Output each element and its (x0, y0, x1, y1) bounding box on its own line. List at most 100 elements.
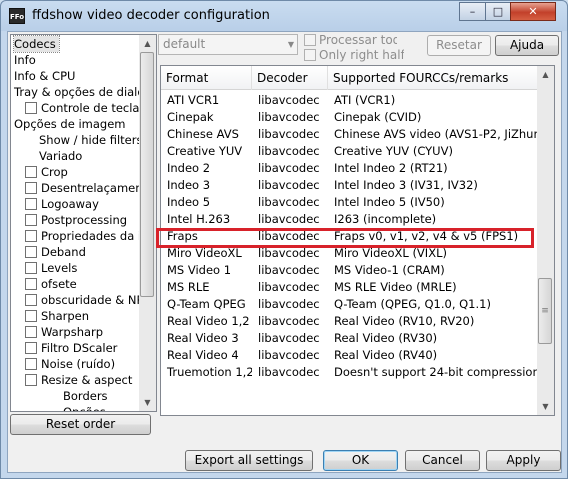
sidebar-item[interactable]: Resize & aspect (25, 372, 135, 388)
sidebar-item-checkbox[interactable] (25, 262, 37, 274)
only-right-half-checkbox[interactable]: Only right half (304, 48, 404, 63)
sidebar-item[interactable]: Noise (ruído) (25, 356, 118, 372)
table-row[interactable]: Indeo 3 libavcodec Intel Indeo 3 (IV31, IV… (161, 177, 537, 194)
cell-remarks: Real Video (RV40) (334, 348, 438, 362)
sidebar-item-label: Deband (41, 245, 86, 259)
sidebar-item[interactable]: Controle de teclado (25, 100, 156, 116)
sidebar-item-checkbox[interactable] (25, 166, 37, 178)
sidebar-item[interactable]: Codecs (13, 35, 60, 53)
sidebar-item[interactable]: Deband (25, 244, 89, 260)
process-all-checkbox[interactable]: Processar toda imagem (304, 33, 397, 48)
minimize-button[interactable]: – (459, 2, 486, 21)
scroll-up-arrow-icon[interactable]: ▲ (139, 35, 156, 52)
ok-button[interactable]: OK (323, 450, 398, 471)
sidebar-item-checkbox[interactable] (25, 326, 37, 338)
table-row[interactable]: Real Video 3 libavcodec Real Video (RV30) (161, 330, 537, 347)
table-row[interactable]: MS Video 1 libavcodec MS Video-1 (CRAM) (161, 262, 537, 279)
sidebar-item-checkbox[interactable] (25, 342, 37, 354)
sidebar-item[interactable]: Info (14, 52, 39, 68)
table-row[interactable]: Indeo 2 libavcodec Intel Indeo 2 (RT21) (161, 160, 537, 177)
cell-decoder: libavcodec (258, 144, 320, 158)
table-row[interactable]: Real Video 1,2 libavcodec Real Video (RV10… (161, 313, 537, 330)
sidebar-item[interactable]: Warpsharp (25, 324, 106, 340)
cell-format: Truemotion 1,2 (167, 365, 252, 379)
sidebar-item-checkbox[interactable] (25, 102, 37, 114)
table-row[interactable]: ATI VCR1 libavcodec ATI (VCR1) (161, 92, 537, 109)
reset-button[interactable]: Resetar (427, 35, 491, 56)
sidebar-item-checkbox[interactable] (25, 310, 37, 322)
sidebar-item[interactable]: Logoaway (25, 196, 102, 212)
sidebar-item[interactable]: Desentrelaçamento (25, 180, 156, 196)
sidebar-item-checkbox[interactable] (25, 294, 37, 306)
table-row[interactable]: Chinese AVS libavcodec Chinese AVS video (… (161, 126, 537, 143)
sidebar-item[interactable]: Sharpen (25, 308, 92, 324)
table-row[interactable]: MS RLE libavcodec MS RLE Video (MRLE) (161, 279, 537, 296)
table-row[interactable]: Truemotion 1,2 libavcodec Doesn't support … (161, 364, 537, 381)
close-button[interactable]: ✕ (510, 2, 556, 21)
cell-format: Creative YUV (167, 144, 243, 158)
sidebar-item-label: Logoaway (41, 197, 99, 211)
scroll-down-arrow-icon[interactable]: ▼ (139, 394, 156, 411)
table-row[interactable]: Q-Team QPEG libavcodec Q-Team (QPEG, Q1.0,… (161, 296, 537, 313)
sidebar-item[interactable]: ofsete (25, 276, 80, 292)
scroll-up-arrow-icon[interactable]: ▲ (537, 66, 554, 83)
sidebar-item[interactable]: Borders (63, 388, 111, 404)
sidebar-item[interactable]: obscuridade & NR (25, 292, 147, 308)
table-row[interactable]: Fraps libavcodec Fraps v0, v1, v2, v4 & v5… (161, 228, 537, 245)
sidebar-item-checkbox[interactable] (25, 230, 37, 242)
sidebar-item-label: Info (14, 53, 36, 67)
table-row[interactable]: Creative YUV libavcodec Creative YUV (CYUV… (161, 143, 537, 160)
help-button[interactable]: Ajuda (495, 35, 559, 56)
sidebar-item[interactable]: Propriedades da imagem (25, 228, 156, 244)
table-row[interactable]: Cinepak libavcodec Cinepak (CVID) (161, 109, 537, 126)
tree-scrollbar-thumb[interactable] (140, 52, 154, 297)
reset-order-button[interactable]: Reset order (10, 414, 151, 435)
sidebar-item[interactable]: Crop (25, 164, 71, 180)
column-header-remarks[interactable]: Supported FOURCCs/remarks (328, 66, 537, 90)
sidebar-item-checkbox[interactable] (25, 246, 37, 258)
sidebar-item-checkbox[interactable] (25, 182, 37, 194)
cell-decoder: libavcodec (258, 263, 320, 277)
checkbox-box (304, 49, 316, 61)
codec-list-scrollbar-thumb[interactable]: ≡ (538, 278, 552, 344)
table-row[interactable]: Intel H.263 libavcodec I263 (incomplete) (161, 211, 537, 228)
maximize-button[interactable]: □ (485, 2, 511, 21)
column-header-format[interactable]: Format (161, 66, 252, 90)
sidebar-item-checkbox[interactable] (25, 278, 37, 290)
tree-scrollbar[interactable]: ▲ ▼ (139, 35, 156, 411)
preset-select[interactable]: default ▼ (158, 34, 298, 55)
cell-remarks: MS Video-1 (CRAM) (334, 263, 445, 277)
export-all-settings-button[interactable]: Export all settings (185, 450, 313, 471)
sidebar-item[interactable]: Opções de imagem (14, 116, 129, 132)
sidebar-item[interactable]: Tray & opções de dialogo (14, 84, 156, 100)
cell-remarks: Real Video (RV30) (334, 331, 438, 345)
sidebar-item[interactable]: Show / hide filters (39, 132, 145, 148)
apply-button[interactable]: Apply (486, 450, 561, 471)
sidebar-item[interactable]: Info & CPU (14, 68, 78, 84)
sidebar-item[interactable]: Variado (39, 148, 85, 164)
sidebar-item-checkbox[interactable] (25, 198, 37, 210)
sidebar-item-checkbox[interactable] (25, 358, 37, 370)
codec-list-scrollbar[interactable]: ▲ ≡ ▼ (537, 66, 554, 415)
sidebar-item-label: Crop (41, 165, 68, 179)
cell-format: Real Video 4 (167, 348, 239, 362)
cell-remarks: Chinese AVS video (AVS1-P2, JiZhun profi… (334, 127, 537, 141)
column-header-decoder[interactable]: Decoder (252, 66, 328, 90)
sidebar-item-label: Filtro DScaler (41, 341, 118, 355)
sidebar-item[interactable]: Levels (25, 260, 80, 276)
sidebar-item-checkbox[interactable] (25, 374, 37, 386)
scroll-down-arrow-icon[interactable]: ▼ (537, 398, 554, 415)
sidebar-item[interactable]: Postprocessing (25, 212, 130, 228)
sidebar-item[interactable]: Opções (63, 404, 109, 411)
title-bar[interactable]: FFo ffdshow video decoder configuration … (1, 1, 567, 31)
sidebar-item-checkbox[interactable] (25, 214, 37, 226)
table-row[interactable]: Indeo 5 libavcodec Intel Indeo 5 (IV50) (161, 194, 537, 211)
sidebar-item[interactable]: Filtro DScaler (25, 340, 120, 356)
cancel-button[interactable]: Cancel (405, 450, 480, 471)
cell-remarks: Cinepak (CVID) (334, 110, 422, 124)
table-row[interactable]: Real Video 4 libavcodec Real Video (RV40) (161, 347, 537, 364)
checkbox-box (304, 34, 316, 46)
sidebar-item-label: Codecs (14, 37, 56, 51)
cell-remarks: Real Video (RV10, RV20) (334, 314, 475, 328)
table-row[interactable]: Miro VideoXL libavcodec Miro VideoXL (VIXL… (161, 245, 537, 262)
